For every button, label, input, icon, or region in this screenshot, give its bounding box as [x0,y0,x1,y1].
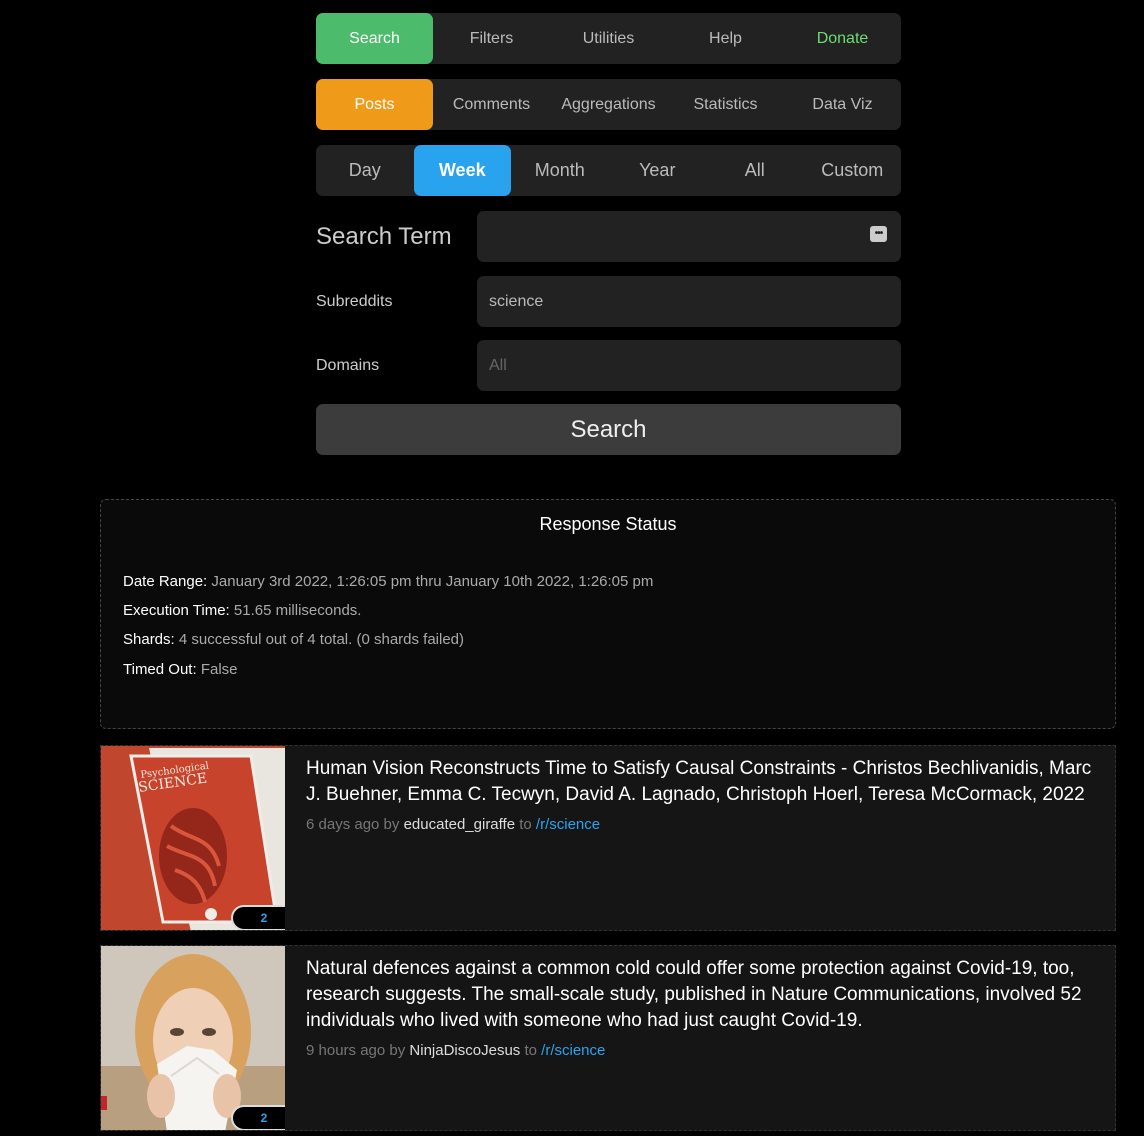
comment-count-badge[interactable]: 2 [231,1105,285,1130]
execution-time-row: Execution Time: 51.65 milliseconds. [123,602,361,619]
tab-day[interactable]: Day [316,145,414,196]
search-button[interactable]: Search [316,404,901,455]
post-subreddit-link[interactable]: /r/science [536,816,600,833]
post-subreddit-link[interactable]: /r/science [541,1042,605,1059]
post-title[interactable]: Natural defences against a common cold c… [306,956,1099,1034]
range-tabs: Day Week Month Year All Custom [316,145,901,196]
timed-out-value: False [200,661,238,678]
date-range-row: Date Range: January 3rd 2022, 1:26:05 pm… [123,573,653,590]
post-meta: 6 days ago by educated_giraffe to /r/sci… [306,812,1099,838]
tab-statistics[interactable]: Statistics [667,79,784,130]
response-status-panel: Response Status Date Range: January 3rd … [100,499,1116,729]
shards-row: Shards: 4 successful out of 4 total. (0 … [123,631,464,648]
response-status-title: Response Status [539,514,677,534]
post-to: to [524,1042,537,1059]
tab-aggregations[interactable]: Aggregations [550,79,667,130]
type-tabs: Posts Comments Aggregations Statistics D… [316,79,901,130]
execution-time-label: Execution Time: [123,602,230,619]
post-thumbnail[interactable]: Psychological SCIENCE 2 [101,746,285,930]
date-range-value: January 3rd 2022, 1:26:05 pm thru Januar… [211,573,654,590]
subreddits-label: Subreddits [316,292,393,310]
tab-help[interactable]: Help [667,13,784,64]
domains-placeholder: All [489,356,507,374]
tab-comments[interactable]: Comments [433,79,550,130]
tab-month[interactable]: Month [511,145,609,196]
post-meta: 9 hours ago by NinjaDiscoJesus to /r/sci… [306,1038,1099,1064]
tab-utilities[interactable]: Utilities [550,13,667,64]
post-author[interactable]: NinjaDiscoJesus [409,1042,520,1059]
post-age: 9 hours ago by [306,1042,406,1059]
tab-posts[interactable]: Posts [316,79,433,130]
subreddits-value: science [489,292,544,310]
post-title-block: Natural defences against a common cold c… [306,956,1099,1064]
post-age: 6 days ago by [306,816,400,833]
post-item[interactable]: Psychological SCIENCE 2 Human Vision Rec… [100,745,1116,931]
tab-donate[interactable]: Donate [784,13,901,64]
sneezing-woman-image [101,946,285,1130]
shards-value: 4 successful out of 4 total. (0 shards f… [178,631,465,648]
tab-data-viz[interactable]: Data Viz [784,79,901,130]
post-thumbnail[interactable]: 2 [101,946,285,1130]
tab-search[interactable]: Search [316,13,433,64]
post-title[interactable]: Human Vision Reconstructs Time to Satisf… [306,756,1099,808]
journal-cover-image: Psychological SCIENCE [101,746,285,930]
execution-time-value: 51.65 milliseconds. [233,602,362,619]
more-options-icon[interactable]: ••• [870,226,887,242]
post-author[interactable]: educated_giraffe [404,816,515,833]
timed-out-label: Timed Out: [123,661,197,678]
tab-week[interactable]: Week [413,145,511,196]
shards-label: Shards: [123,631,175,648]
tab-all[interactable]: All [706,145,804,196]
comment-count-badge[interactable]: 2 [231,905,285,930]
domains-label: Domains [316,356,380,374]
tab-year[interactable]: Year [609,145,707,196]
timed-out-row: Timed Out: False [123,661,238,678]
date-range-label: Date Range: [123,573,208,590]
search-term-label: Search Term [316,222,452,250]
post-to: to [519,816,532,833]
post-title-block: Human Vision Reconstructs Time to Satisf… [306,756,1099,838]
domains-input[interactable]: All [477,340,901,391]
post-item[interactable]: 2 Natural defences against a common cold… [100,945,1116,1131]
subreddits-input[interactable]: science [477,276,901,327]
main-nav: Search Filters Utilities Help Donate [316,13,901,64]
search-term-input[interactable]: ••• [477,211,901,262]
tab-filters[interactable]: Filters [433,13,550,64]
tab-custom[interactable]: Custom [804,145,902,196]
